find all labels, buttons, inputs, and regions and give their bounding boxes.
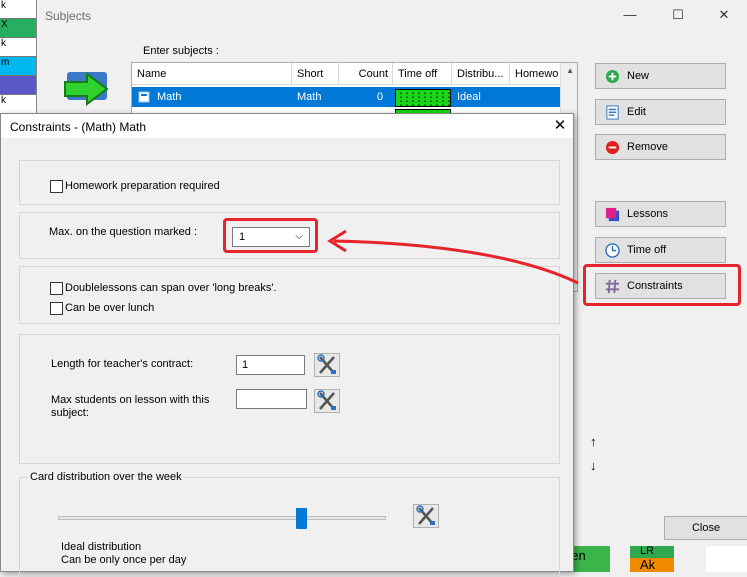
enter-subjects-label: Enter subjects :	[143, 45, 219, 57]
cell-name: Math	[157, 91, 182, 103]
time-off-grid	[395, 89, 451, 107]
tools-icon	[317, 390, 336, 410]
peek-cell-blank	[706, 546, 747, 572]
window-close-button[interactable]: ✕	[713, 6, 735, 24]
column-header-short[interactable]: Short	[292, 63, 339, 85]
column-header-count[interactable]: Count	[339, 63, 393, 85]
constraints-dialog-title: Constraints - (Math) Math	[10, 120, 147, 134]
plus-circle-icon	[605, 69, 620, 84]
max-question-label: Max. on the question marked :	[49, 226, 197, 238]
contract-label: Length for teacher's contract:	[51, 358, 194, 370]
new-button[interactable]: New	[595, 63, 726, 89]
column-header-distribution[interactable]: Distribu...	[452, 63, 510, 85]
move-up-button[interactable]: ↑	[590, 434, 597, 449]
subject-icon	[138, 91, 150, 103]
cell-distribution: Ideal	[457, 91, 481, 103]
red-arrow-annotation-icon	[327, 229, 579, 285]
select-highlight-box	[223, 218, 318, 253]
background-timetable-peek: Len LR Ak	[556, 546, 747, 572]
minus-circle-icon	[605, 140, 620, 155]
maximize-button[interactable]: ☐	[667, 6, 689, 24]
clock-icon	[605, 243, 620, 258]
remove-button[interactable]: Remove	[595, 134, 726, 160]
max-students-label: Max students on lesson with this subject…	[51, 394, 210, 419]
time-off-button[interactable]: Time off	[595, 237, 726, 263]
homework-label: Homework preparation required	[65, 180, 220, 192]
distribution-slider-thumb[interactable]	[295, 508, 307, 529]
column-header-name[interactable]: Name	[132, 63, 292, 85]
new-button-label: New	[627, 70, 650, 82]
dialog-close-button[interactable]: ✕	[549, 116, 571, 136]
peek-cell-ak: Ak	[630, 558, 674, 572]
distribution-text-line1: Ideal distribution	[61, 541, 142, 553]
doublelessons-label: Doublelessons can span over 'long breaks…	[65, 282, 277, 294]
lessons-button-label: Lessons	[627, 208, 668, 220]
background-strip-cell: k	[0, 38, 38, 58]
max-students-tools-button[interactable]	[314, 389, 340, 413]
max-students-input[interactable]	[236, 389, 307, 409]
lunch-label: Can be over lunch	[65, 302, 155, 314]
lunch-checkbox[interactable]	[50, 302, 63, 315]
tools-icon	[317, 354, 336, 374]
doublelessons-checkbox[interactable]	[50, 282, 63, 295]
edit-button-label: Edit	[627, 106, 646, 118]
scroll-up-icon[interactable]: ▲	[566, 66, 574, 75]
tools-icon	[416, 505, 435, 525]
constraints-highlight-box	[583, 264, 741, 306]
contract-tools-button[interactable]	[314, 353, 340, 377]
constraints-dialog: Constraints - (Math) Math ✕ Homework pre…	[0, 113, 574, 577]
background-strip-cell: k	[0, 0, 38, 20]
lessons-icon	[605, 207, 620, 222]
table-row[interactable]: Math Math 0 Ideal	[132, 87, 562, 107]
lessons-button[interactable]: Lessons	[595, 201, 726, 227]
column-header-homework[interactable]: Homewo	[510, 63, 562, 85]
peek-cell-lr: LR	[630, 546, 674, 558]
minimize-button[interactable]: —	[619, 6, 641, 24]
distribution-text-line2: Can be only once per day	[61, 554, 187, 566]
background-strip-cell	[0, 76, 38, 96]
background-strip-cell: k	[0, 95, 38, 115]
edit-icon	[606, 105, 619, 120]
move-down-button[interactable]: ↓	[590, 458, 597, 473]
column-header-time-off[interactable]: Time off	[393, 63, 452, 85]
edit-button[interactable]: Edit	[595, 99, 726, 125]
background-strip-cell: X	[0, 19, 38, 39]
contract-input[interactable]: 1	[236, 355, 305, 375]
time-off-button-label: Time off	[627, 244, 667, 256]
cell-short: Math	[297, 91, 322, 103]
cell-count: 0	[377, 91, 384, 103]
subjects-window-title: Subjects	[45, 9, 92, 23]
distribution-slider-track[interactable]	[58, 516, 386, 520]
card-distribution-title: Card distribution over the week	[28, 471, 184, 483]
background-strip-cell: m	[0, 57, 38, 77]
green-arrow-icon	[64, 72, 109, 106]
homework-checkbox[interactable]	[50, 180, 63, 193]
remove-button-label: Remove	[627, 141, 668, 153]
close-button[interactable]: Close	[664, 516, 747, 540]
distribution-tools-button[interactable]	[413, 504, 439, 528]
